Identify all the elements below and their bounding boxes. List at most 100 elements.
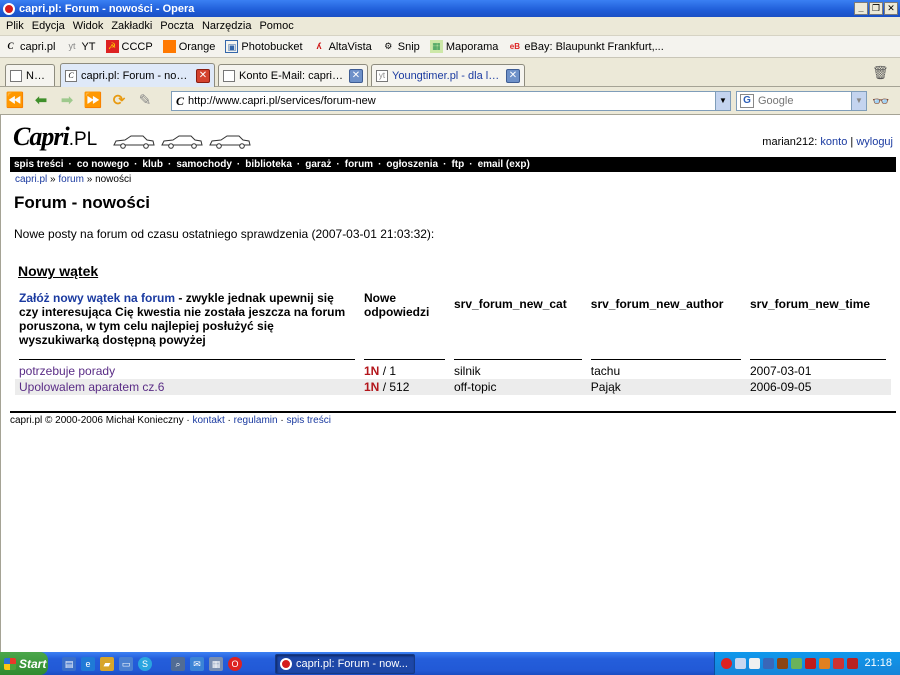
desktop-icon[interactable]: ▭	[119, 656, 133, 671]
breadcrumb-forum[interactable]: forum	[58, 174, 84, 185]
close-icon[interactable]: ✕	[506, 68, 520, 83]
mail-icon[interactable]: ✉	[190, 656, 204, 671]
restore-button[interactable]: ❐	[869, 2, 883, 15]
logout-link[interactable]: wyloguj	[856, 136, 893, 148]
start-button[interactable]: Start	[0, 652, 48, 675]
nav-ftp[interactable]: ftp	[451, 159, 464, 170]
nav-garaz[interactable]: garaż	[305, 159, 331, 170]
fast-forward-icon[interactable]: ⏩	[82, 90, 104, 112]
menu-pomoc[interactable]: Pomoc	[257, 20, 299, 32]
search-input[interactable]	[758, 95, 851, 107]
table-header-row: Załóż nowy wątek na forum - zwykle jedna…	[15, 291, 891, 357]
breadcrumb-home[interactable]: capri.pl	[15, 174, 47, 185]
nav-biblioteka[interactable]: biblioteka	[245, 159, 292, 170]
flag-icon[interactable]	[763, 658, 774, 669]
page-viewport[interactable]: Capri.PL marian212: konto | wyloguj spis…	[0, 115, 900, 652]
search-field[interactable]: G ▼	[736, 91, 867, 111]
thread-link[interactable]: potrzebuje porady	[19, 364, 115, 378]
chevron-down-icon[interactable]: ▼	[851, 92, 866, 110]
explorer-icon[interactable]: ▤	[62, 656, 76, 671]
header-cat[interactable]: srv_forum_new_cat	[450, 291, 587, 357]
address-bar[interactable]: C http://www.capri.pl/services/forum-new…	[171, 91, 731, 111]
menu-poczta[interactable]: Poczta	[158, 20, 200, 32]
nav-ogloszenia[interactable]: ogłoszenia	[386, 159, 438, 170]
bookmark-orange[interactable]: Orange	[162, 40, 215, 53]
monitor-icon[interactable]	[833, 658, 844, 669]
footer-rules-link[interactable]: regulamin	[234, 415, 278, 426]
update-icon[interactable]	[791, 658, 802, 669]
orange-icon	[162, 40, 176, 53]
glasses-icon[interactable]: 👓	[872, 93, 889, 110]
bookmark-label: YT	[81, 40, 96, 53]
header-time[interactable]: srv_forum_new_time	[746, 291, 891, 357]
gear-icon[interactable]	[819, 658, 830, 669]
menu-narzedzia[interactable]: Narzędzia	[200, 20, 258, 32]
reload-icon[interactable]: ⟳	[108, 90, 130, 112]
header-author[interactable]: srv_forum_new_author	[587, 291, 746, 357]
nav-samochody[interactable]: samochody	[176, 159, 232, 170]
bookmark-altavista[interactable]: ʎ AltaVista	[313, 40, 372, 53]
bookmark-snip[interactable]: ⚙ Snip	[382, 40, 420, 53]
skype-icon[interactable]: S	[138, 656, 152, 671]
system-tray: 21:18	[714, 652, 900, 675]
search-icon[interactable]: ⌕	[171, 656, 185, 671]
new-replies-link[interactable]: 1N	[364, 380, 379, 394]
new-replies-link[interactable]: 1N	[364, 364, 379, 378]
volume-icon[interactable]	[749, 658, 760, 669]
account-link[interactable]: konto	[820, 136, 847, 148]
bookmark-photobucket[interactable]: ▣ Photobucket	[225, 40, 303, 53]
thread-link[interactable]: Upolowalem aparatem cz.6	[19, 380, 164, 394]
nav-co-nowego[interactable]: co nowego	[77, 159, 129, 170]
opera-icon[interactable]: O	[228, 656, 242, 671]
opera-tray-icon[interactable]	[721, 658, 732, 669]
menu-plik[interactable]: Plik	[4, 20, 30, 32]
nav-spis-tresci[interactable]: spis treści	[14, 159, 63, 170]
bookmark-yt[interactable]: yt YT	[65, 40, 95, 53]
car-icon	[209, 135, 251, 149]
tab-capri-forum[interactable]: C capri.pl: Forum - nowości ✕	[60, 63, 215, 87]
bookmark-capri[interactable]: Ccapri.pl	[4, 40, 55, 53]
car-silhouettes	[113, 134, 251, 149]
shield-icon[interactable]	[847, 658, 858, 669]
nav-email[interactable]: email (exp)	[478, 159, 530, 170]
clock[interactable]: 21:18	[864, 657, 892, 669]
forward-icon[interactable]: ➡	[56, 90, 78, 112]
bookmark-maporama[interactable]: ▦ Maporama	[429, 40, 498, 53]
tab-youngtimer[interactable]: yt Youngtimer.pl - dla ludzi ... ✕	[371, 64, 525, 86]
trash-icon[interactable]: 🗑	[872, 66, 889, 80]
close-icon[interactable]: ✕	[196, 68, 210, 83]
bookmark-cccp[interactable]: ☭ CCCP	[105, 40, 153, 53]
rewind-icon[interactable]: ⏪	[4, 90, 26, 112]
new-thread-link[interactable]: Załóż nowy wątek na forum	[19, 291, 175, 305]
antivirus-icon[interactable]	[805, 658, 816, 669]
breadcrumb-current: nowości	[95, 174, 132, 185]
window-titlebar[interactable]: capri.pl: Forum - nowości - Opera _ ❐ ✕	[0, 0, 900, 17]
menu-widok[interactable]: Widok	[71, 20, 110, 32]
chevron-down-icon[interactable]: ▼	[715, 92, 730, 110]
tab-konto-email[interactable]: Konto E-Mail: capri_70 ✕	[218, 64, 368, 86]
close-button[interactable]: ✕	[884, 2, 898, 15]
footer-contact-link[interactable]: kontakt	[192, 415, 224, 426]
tab-new[interactable]: Nowa	[5, 64, 55, 86]
header-replies[interactable]: Nowe odpowiedzi	[360, 291, 450, 357]
calculator-icon[interactable]: ▦	[209, 656, 223, 671]
menu-edycja[interactable]: Edycja	[30, 20, 71, 32]
nav-klub[interactable]: klub	[142, 159, 163, 170]
new-thread-cell: Załóż nowy wątek na forum - zwykle jedna…	[15, 291, 360, 357]
footer-toc-link[interactable]: spis treści	[286, 415, 330, 426]
nav-forum[interactable]: forum	[345, 159, 373, 170]
address-url[interactable]: http://www.capri.pl/services/forum-new	[188, 95, 715, 107]
edit-icon[interactable]: ✎	[134, 90, 156, 112]
security-icon[interactable]	[777, 658, 788, 669]
folder-icon[interactable]: ▰	[100, 656, 114, 671]
ie-icon[interactable]: e	[81, 656, 95, 671]
back-icon[interactable]: ⬅	[30, 90, 52, 112]
network-icon[interactable]	[735, 658, 746, 669]
close-icon[interactable]: ✕	[349, 68, 363, 83]
site-logo[interactable]: Capri.PL	[13, 122, 97, 152]
bookmark-ebay[interactable]: eB eBay: Blaupunkt Frankfurt,...	[508, 40, 664, 53]
minimize-button[interactable]: _	[854, 2, 868, 15]
menu-zakladki[interactable]: Zakładki	[109, 20, 158, 32]
yt-icon: yt	[376, 69, 388, 82]
taskbar-opera-window[interactable]: capri.pl: Forum - now...	[275, 654, 415, 674]
